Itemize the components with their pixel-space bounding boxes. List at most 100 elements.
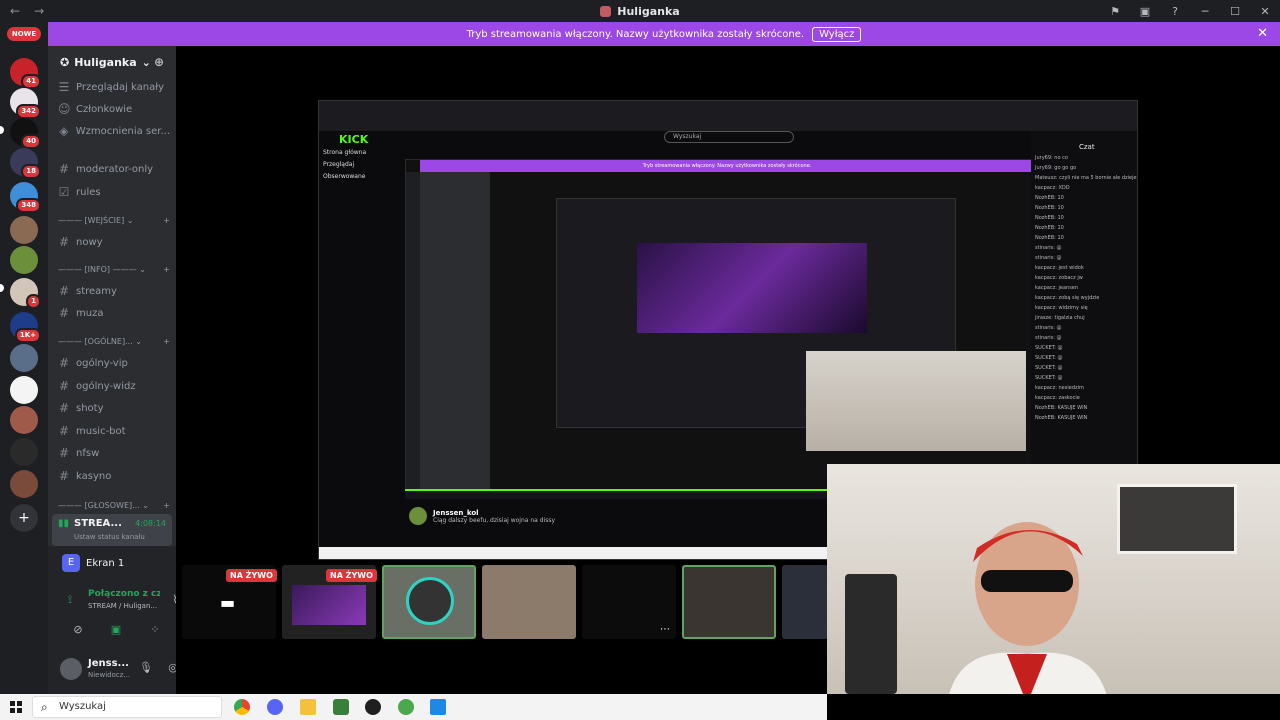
chat-message: kacpacz: widzimy się <box>1035 305 1088 311</box>
channel-muza[interactable]: # muza <box>58 304 170 322</box>
server-icon-5[interactable]: 348 <box>10 182 41 213</box>
chat-caption: Czat <box>1079 143 1095 151</box>
screen-share-icon[interactable]: ▣ <box>104 620 128 640</box>
set-status-link[interactable]: Ustaw status kanału <box>74 533 145 541</box>
minimize-button[interactable]: ─ <box>1190 5 1220 18</box>
participant-tile[interactable] <box>782 565 828 639</box>
hash-icon: # <box>58 379 70 393</box>
channel-music-bot[interactable]: # music-bot <box>58 422 170 440</box>
screen-share-card[interactable]: E Ekran 1 <box>62 554 124 572</box>
vpn-icon[interactable] <box>398 699 414 715</box>
category-label: [GŁOSOWE] <box>84 501 133 510</box>
back-button[interactable]: ← <box>10 4 20 18</box>
channel-nfsw[interactable]: # nfsw <box>58 444 170 462</box>
channel-shoty[interactable]: # shoty <box>58 399 170 417</box>
maximize-button[interactable]: ☐ <box>1220 5 1250 18</box>
rules-icon: ☑ <box>58 185 70 199</box>
app-icon[interactable] <box>430 699 446 715</box>
chat-message: NozhEB: 10 <box>1035 205 1064 211</box>
voice-icon: ▮▮ <box>58 518 70 529</box>
stream-stage[interactable]: KICK Wyszukaj Strona główna Przeglądaj O… <box>176 46 1280 694</box>
channel-streamy[interactable]: # streamy <box>58 282 170 300</box>
microphone-icon[interactable]: 🎙 <box>134 658 158 678</box>
server-icon-2[interactable]: 342 <box>10 88 41 119</box>
category-label: [OGÓLNE] <box>84 337 126 346</box>
server-icon-10[interactable] <box>10 344 38 372</box>
streamer-avatar <box>409 507 427 525</box>
chat-message: kacpacz: zaskocie <box>1035 395 1080 401</box>
streamer-info: Jenssen_kol Ciąg dalszy beefu, dzisiaj w… <box>409 507 555 525</box>
more-icon[interactable]: ⋯ <box>660 624 670 635</box>
server-icon-tfr[interactable]: 41 <box>10 58 41 89</box>
obs-icon[interactable] <box>365 699 381 715</box>
channel-sidebar: ✪ Huliganka ⌄ ⊕ ☰ Przeglądaj kanały ☺ Czło… <box>48 46 224 694</box>
participant-tile[interactable] <box>482 565 576 639</box>
help-icon[interactable]: ? <box>1160 5 1190 18</box>
server-header[interactable]: ✪ Huliganka ⌄ ⊕ <box>48 46 176 78</box>
server-icon-14[interactable] <box>10 470 38 498</box>
app-icon[interactable] <box>333 699 349 715</box>
browse-icon: ☰ <box>58 80 70 94</box>
taskbar-search-input[interactable]: ⌕ Wyszukaj <box>32 696 222 718</box>
participant-tile-speaking[interactable] <box>682 565 776 639</box>
server-icon-11[interactable] <box>10 376 38 404</box>
category-wejscie[interactable]: ——— [WEJŚCIE] ⌄ + <box>58 216 170 230</box>
add-channel-icon[interactable]: + <box>163 216 170 230</box>
activities-icon[interactable]: ⁘ <box>143 620 167 640</box>
kick-nav-item: Obserwowane <box>323 173 366 180</box>
screen-icon[interactable]: ▣ <box>1130 5 1160 18</box>
discord-icon[interactable] <box>267 699 283 715</box>
channel-ogolny-vip[interactable]: # ogólny-vip <box>58 354 170 372</box>
server-icon-7[interactable] <box>10 246 38 274</box>
category-glosowe[interactable]: ——— [GŁOSOWE]... ⌄ + <box>58 501 170 515</box>
chat-message: kacpacz: XDD <box>1035 185 1070 191</box>
streamer-figure <box>949 522 1107 694</box>
inbox-icon[interactable]: ⚑ <box>1100 5 1130 18</box>
channel-nowy[interactable]: # nowy <box>58 233 170 251</box>
add-server-button[interactable]: + <box>10 504 38 532</box>
server-name: Huliganka <box>74 55 137 69</box>
sidebar-item-browse[interactable]: ☰ Przeglądaj kanały <box>58 78 170 96</box>
invite-icon[interactable]: ⊕ <box>154 55 164 69</box>
speaker-object <box>845 574 897 694</box>
hash-icon: # <box>58 235 70 249</box>
server-icon-8[interactable]: 1 <box>10 278 41 309</box>
channel-moderator-only[interactable]: # moderator-only <box>58 160 170 178</box>
server-icon <box>600 5 612 17</box>
disable-button[interactable]: Wyłącz <box>812 26 862 42</box>
channel-rules[interactable]: ☑ rules <box>58 183 170 201</box>
avatar <box>406 577 454 625</box>
add-channel-icon[interactable]: + <box>163 265 170 279</box>
category-ogolne[interactable]: ——— [OGÓLNE]... ⌄ + <box>58 337 170 351</box>
history-nav: ← → <box>0 4 44 18</box>
participant-tile-speaking[interactable] <box>382 565 476 639</box>
hash-icon: # <box>58 284 70 298</box>
channel-kasyno[interactable]: # kasyno <box>58 467 170 485</box>
chat-message: SUCKET: @ <box>1035 345 1063 351</box>
camera-off-icon[interactable]: ⊘ <box>66 620 90 640</box>
server-icon-6[interactable] <box>10 216 38 244</box>
close-icon[interactable]: ✕ <box>1257 26 1268 41</box>
add-channel-icon[interactable]: + <box>163 501 170 515</box>
participant-tile[interactable]: ⋯ <box>582 565 676 639</box>
server-icon-4[interactable]: 18 <box>10 148 41 179</box>
file-explorer-icon[interactable] <box>300 699 316 715</box>
add-channel-icon[interactable]: + <box>163 337 170 351</box>
user-name[interactable]: Jenss... <box>88 658 129 669</box>
voice-channel-stream[interactable]: ▮▮ STREA... 4:08:14 Ustaw status kanału <box>52 514 172 546</box>
sidebar-item-members[interactable]: ☺ Członkowie <box>58 100 170 118</box>
category-info[interactable]: ——— [INFO] ——— ⌄ + <box>58 265 170 279</box>
avatar[interactable] <box>60 658 82 680</box>
close-window-button[interactable]: ✕ <box>1250 5 1280 18</box>
server-icon-12[interactable] <box>10 406 38 434</box>
windows-start-icon[interactable] <box>10 701 22 713</box>
server-icon-13[interactable] <box>10 438 38 466</box>
sidebar-item-boosts[interactable]: ◈ Wzmocnienia ser... <box>58 122 170 140</box>
server-icon-9[interactable]: 1K+ <box>10 312 41 343</box>
channel-ogolny-widz[interactable]: # ogólny-widz <box>58 377 170 395</box>
forward-button[interactable]: → <box>34 4 44 18</box>
new-badge[interactable]: NOWE <box>7 27 41 41</box>
chrome-icon[interactable] <box>234 699 250 715</box>
server-icon-3[interactable]: 40 <box>10 118 41 149</box>
connection-channel[interactable]: STREAM / Huligan... <box>88 602 160 610</box>
